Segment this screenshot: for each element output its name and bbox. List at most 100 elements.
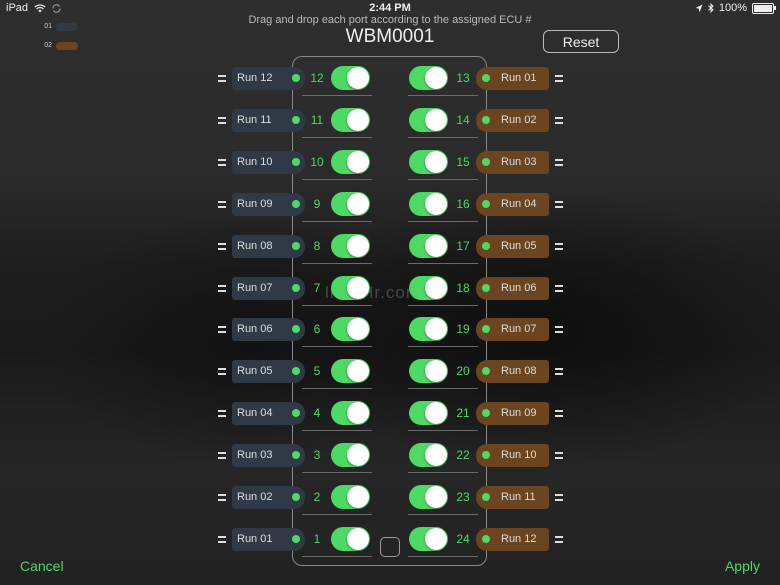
row-separator (302, 95, 372, 96)
port-toggle[interactable] (331, 485, 370, 509)
port-toggle[interactable] (409, 150, 448, 174)
run-tag[interactable]: Run 12 (476, 528, 549, 551)
port-toggle[interactable] (331, 150, 370, 174)
run-label: Run 02 (237, 491, 273, 503)
status-dot-icon (482, 367, 490, 375)
run-tag[interactable]: Run 11 (476, 486, 549, 509)
port-toggle[interactable] (331, 108, 370, 132)
port-toggle[interactable] (409, 234, 448, 258)
port-toggle[interactable] (409, 192, 448, 216)
run-tag[interactable]: Run 10 (232, 151, 305, 174)
toggle-knob (347, 528, 369, 550)
port-toggle[interactable] (409, 359, 448, 383)
drag-handle-icon[interactable] (555, 494, 563, 501)
apply-button[interactable]: Apply (725, 558, 760, 574)
run-tag[interactable]: Run 10 (476, 444, 549, 467)
port-number: 8 (313, 239, 321, 253)
port-toggle[interactable] (331, 192, 370, 216)
row-separator (408, 346, 478, 347)
drag-handle-icon[interactable] (555, 243, 563, 250)
port-toggle[interactable] (331, 443, 370, 467)
run-tag[interactable]: Run 01 (476, 67, 549, 90)
status-dot-icon (292, 451, 300, 459)
run-tag[interactable]: Run 06 (232, 318, 305, 341)
run-tag[interactable]: Run 08 (476, 360, 549, 383)
run-tag[interactable]: Run 11 (232, 109, 305, 132)
port-toggle[interactable] (331, 317, 370, 341)
drag-handle-icon[interactable] (555, 117, 563, 124)
port-toggle[interactable] (409, 66, 448, 90)
port-toggle[interactable] (331, 276, 370, 300)
port-toggle[interactable] (409, 276, 448, 300)
run-tag[interactable]: Run 02 (232, 486, 305, 509)
port-number: 21 (456, 406, 470, 420)
drag-handle-icon[interactable] (218, 368, 226, 375)
home-button-icon (380, 537, 400, 557)
port-toggle[interactable] (331, 359, 370, 383)
drag-handle-icon[interactable] (555, 368, 563, 375)
drag-handle-icon[interactable] (555, 285, 563, 292)
drag-handle-icon[interactable] (218, 117, 226, 124)
reset-button[interactable]: Reset (543, 30, 619, 53)
port-toggle[interactable] (331, 234, 370, 258)
drag-handle-icon[interactable] (555, 410, 563, 417)
run-label: Run 05 (501, 240, 537, 252)
run-tag[interactable]: Run 12 (232, 67, 305, 90)
run-tag[interactable]: Run 04 (232, 402, 305, 425)
run-tag[interactable]: Run 03 (476, 151, 549, 174)
run-tag[interactable]: Run 05 (476, 235, 549, 258)
status-dot-icon (482, 535, 490, 543)
row-separator (408, 95, 478, 96)
row-separator (302, 179, 372, 180)
drag-handle-icon[interactable] (218, 536, 226, 543)
drag-handle-icon[interactable] (218, 452, 226, 459)
drag-handle-icon[interactable] (218, 159, 226, 166)
port-toggle[interactable] (409, 108, 448, 132)
run-tag[interactable]: Run 06 (476, 277, 549, 300)
run-tag[interactable]: Run 01 (232, 528, 305, 551)
drag-handle-icon[interactable] (218, 326, 226, 333)
status-dot-icon (482, 116, 490, 124)
port-toggle[interactable] (331, 401, 370, 425)
run-tag[interactable]: Run 09 (476, 402, 549, 425)
row-separator (408, 472, 478, 473)
drag-handle-icon[interactable] (218, 285, 226, 292)
status-dot-icon (482, 493, 490, 501)
run-tag[interactable]: Run 02 (476, 109, 549, 132)
drag-handle-icon[interactable] (218, 410, 226, 417)
drag-handle-icon[interactable] (555, 75, 563, 82)
port-toggle[interactable] (331, 66, 370, 90)
drag-handle-icon[interactable] (218, 75, 226, 82)
row-separator (302, 472, 372, 473)
row-separator (302, 430, 372, 431)
port-toggle[interactable] (409, 527, 448, 551)
cancel-button[interactable]: Cancel (20, 558, 64, 574)
drag-handle-icon[interactable] (218, 201, 226, 208)
status-dot-icon (482, 409, 490, 417)
drag-handle-icon[interactable] (218, 243, 226, 250)
port-toggle[interactable] (409, 485, 448, 509)
run-tag[interactable]: Run 09 (232, 193, 305, 216)
port-toggle[interactable] (409, 317, 448, 341)
drag-handle-icon[interactable] (555, 159, 563, 166)
run-label: Run 05 (237, 365, 273, 377)
run-tag[interactable]: Run 08 (232, 235, 305, 258)
port-toggle[interactable] (409, 401, 448, 425)
drag-handle-icon[interactable] (555, 536, 563, 543)
run-tag[interactable]: Run 05 (232, 360, 305, 383)
run-tag[interactable]: Run 04 (476, 193, 549, 216)
row-separator (302, 305, 372, 306)
drag-handle-icon[interactable] (555, 326, 563, 333)
toggle-knob (425, 360, 447, 382)
drag-handle-icon[interactable] (555, 452, 563, 459)
run-tag[interactable]: Run 03 (232, 444, 305, 467)
port-number: 17 (456, 239, 470, 253)
drag-handle-icon[interactable] (218, 494, 226, 501)
run-tag[interactable]: Run 07 (232, 277, 305, 300)
run-tag[interactable]: Run 07 (476, 318, 549, 341)
port-toggle[interactable] (409, 443, 448, 467)
port-toggle[interactable] (331, 527, 370, 551)
drag-handle-icon[interactable] (555, 201, 563, 208)
port-number: 18 (456, 281, 470, 295)
row-separator (408, 388, 478, 389)
